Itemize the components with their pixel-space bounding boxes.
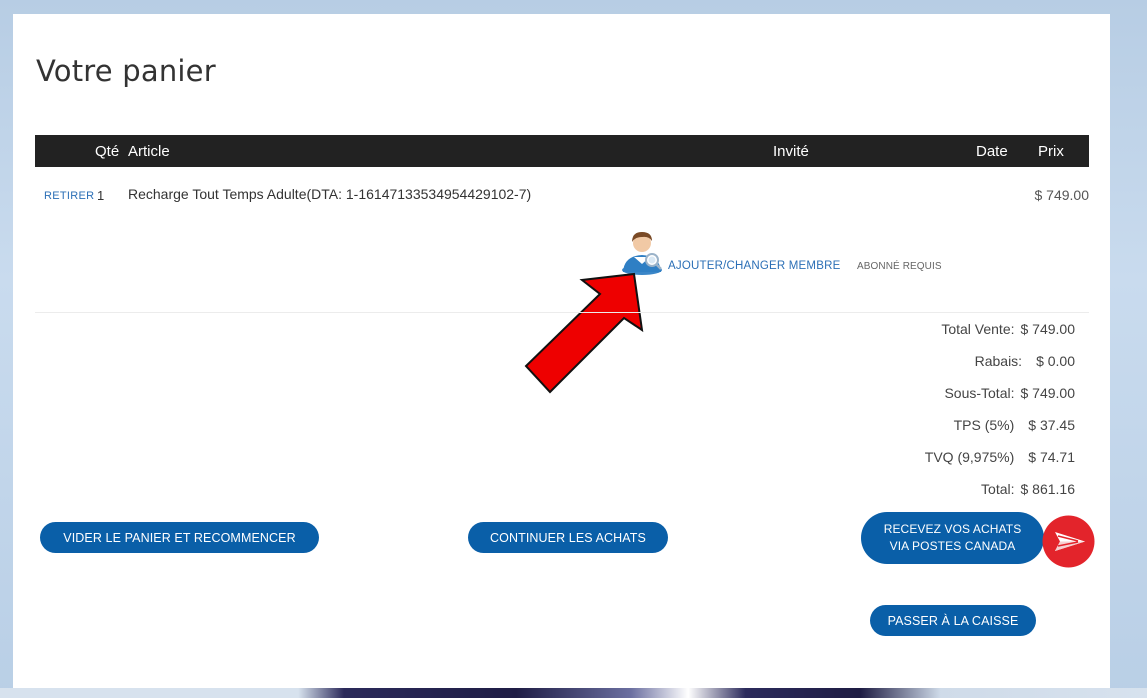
- item-qty: 1: [97, 188, 105, 203]
- subtotal-label: Sous-Total:: [944, 385, 1015, 401]
- tvq-label: TVQ (9,975%): [924, 449, 1015, 465]
- cart-item-row: RETIRER 1 Recharge Tout Temps Adulte(DTA…: [35, 186, 1089, 210]
- subtotal-value: $ 749.00: [1020, 385, 1076, 401]
- subtotal-row: Sous-Total: $ 749.00: [944, 385, 1075, 405]
- continue-shopping-button[interactable]: CONTINUER LES ACHATS: [468, 522, 668, 553]
- grand-total-label: Total:: [981, 481, 1015, 497]
- ship-button-line2: VIA POSTES CANADA: [889, 539, 1016, 553]
- tvq-value: $ 74.71: [1028, 449, 1075, 465]
- tps-label: TPS (5%): [953, 417, 1015, 433]
- divider: [35, 312, 1089, 313]
- discount-label: Rabais:: [974, 353, 1023, 369]
- column-guest: Invité: [773, 143, 809, 160]
- remove-item-link[interactable]: RETIRER: [44, 190, 94, 202]
- add-change-member-link[interactable]: AJOUTER/CHANGER MEMBRE: [668, 260, 840, 272]
- cart-table-header: Qté Article Invité Date Prix: [35, 135, 1089, 167]
- cart-panel: Votre panier Qté Article Invité Date Pri…: [13, 14, 1110, 690]
- discount-value: $ 0.00: [1036, 353, 1075, 369]
- member-selector: AJOUTER/CHANGER MEMBRE ABONNÉ REQUIS: [620, 228, 980, 275]
- discount-row: Rabais: $ 0.00: [975, 353, 1075, 373]
- empty-cart-button[interactable]: VIDER LE PANIER ET RECOMMENCER: [40, 522, 319, 553]
- member-required-note: ABONNÉ REQUIS: [857, 261, 942, 272]
- checkout-button[interactable]: PASSER À LA CAISSE: [870, 605, 1036, 636]
- page-title: Votre panier: [36, 54, 216, 88]
- column-price: Prix: [1038, 143, 1064, 160]
- column-qty: Qté: [95, 143, 120, 160]
- item-price: $ 749.00: [1034, 187, 1090, 203]
- canada-post-logo-icon: [1042, 515, 1095, 568]
- total-sale-row: Total Vente: $ 749.00: [941, 321, 1075, 341]
- ship-canada-post-button[interactable]: RECEVEZ VOS ACHATS VIA POSTES CANADA: [861, 512, 1044, 564]
- total-sale-value: $ 749.00: [1020, 321, 1076, 337]
- background-strip: [0, 688, 1147, 698]
- column-date: Date: [976, 143, 1008, 160]
- user-search-icon[interactable]: [620, 228, 664, 276]
- grand-total-row: Total: $ 861.16: [981, 481, 1075, 501]
- item-name: Recharge Tout Temps Adulte(DTA: 1-161471…: [128, 186, 532, 202]
- tps-value: $ 37.45: [1028, 417, 1075, 433]
- tvq-row: TVQ (9,975%) $ 74.71: [925, 449, 1075, 469]
- grand-total-value: $ 861.16: [1020, 481, 1076, 497]
- total-sale-label: Total Vente:: [941, 321, 1015, 337]
- tps-row: TPS (5%) $ 37.45: [954, 417, 1075, 437]
- column-article: Article: [128, 143, 170, 160]
- ship-button-line1: RECEVEZ VOS ACHATS: [883, 522, 1022, 536]
- red-arrow-icon: [524, 272, 644, 394]
